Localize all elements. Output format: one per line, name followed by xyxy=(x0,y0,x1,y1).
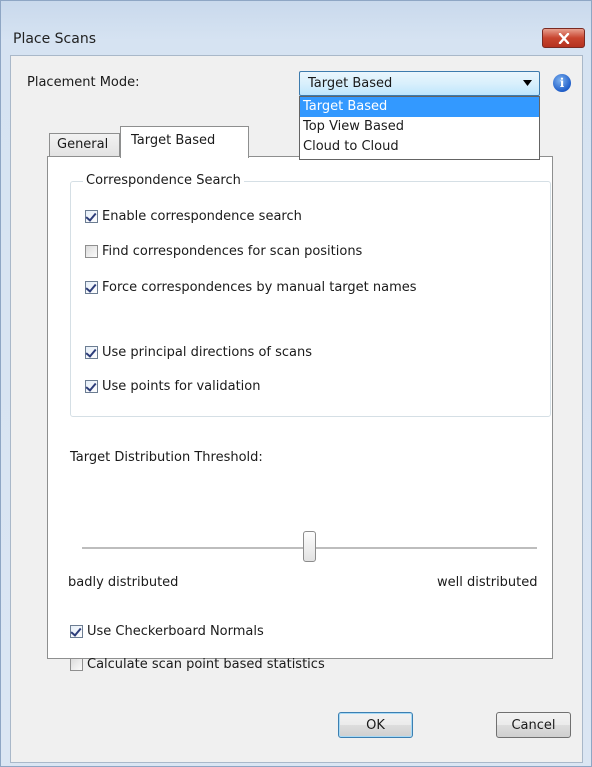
checkbox-box xyxy=(85,346,98,359)
points-validation-checkbox[interactable]: Use points for validation xyxy=(85,379,261,394)
placement-mode-select[interactable]: Target Based xyxy=(299,71,540,96)
force-correspondences-checkbox[interactable]: Force correspondences by manual target n… xyxy=(85,280,417,295)
checkmark-icon xyxy=(85,281,97,293)
checkbox-label: Use points for validation xyxy=(102,379,261,394)
correspondence-search-group: Correspondence Search Enable corresponde… xyxy=(70,173,551,417)
tab-general[interactable]: General xyxy=(49,133,120,156)
placement-mode-value: Target Based xyxy=(308,76,393,91)
checkbox-box xyxy=(70,625,83,638)
target-based-panel: Correspondence Search Enable corresponde… xyxy=(47,156,553,672)
checkbox-box xyxy=(85,245,98,258)
checkbox-label: Enable correspondence search xyxy=(102,209,302,224)
checkmark-icon xyxy=(85,380,97,392)
title-bar[interactable]: Place Scans xyxy=(1,1,591,55)
place-scans-dialog: Place Scans Placement Mode: Target Based… xyxy=(0,0,592,767)
checkbox-label: Calculate scan point based statistics xyxy=(87,657,325,672)
tab-target-based[interactable]: Target Based xyxy=(120,126,249,158)
enable-correspondence-checkbox[interactable]: Enable correspondence search xyxy=(85,209,302,224)
cancel-button[interactable]: Cancel xyxy=(496,712,571,738)
threshold-min-label: badly distributed xyxy=(68,575,179,590)
checkmark-icon xyxy=(70,625,82,637)
window-title: Place Scans xyxy=(13,31,97,47)
principal-directions-checkbox[interactable]: Use principal directions of scans xyxy=(85,345,312,360)
threshold-max-label: well distributed xyxy=(437,575,538,590)
checkmark-icon xyxy=(85,210,97,222)
info-icon[interactable]: i xyxy=(553,74,571,92)
scan-statistics-checkbox[interactable]: Calculate scan point based statistics xyxy=(70,657,325,672)
checkbox-label: Find correspondences for scan positions xyxy=(102,244,363,259)
ok-button[interactable]: OK xyxy=(338,712,413,738)
checkbox-box xyxy=(85,281,98,294)
dropdown-option-cloud-to-cloud[interactable]: Cloud to Cloud xyxy=(300,137,539,157)
checkmark-icon xyxy=(85,346,97,358)
threshold-slider-thumb[interactable] xyxy=(303,531,316,562)
dialog-client-area: Placement Mode: Target Based i Target Ba… xyxy=(10,55,583,763)
checkbox-box xyxy=(70,658,83,671)
checkbox-label: Force correspondences by manual target n… xyxy=(102,280,417,295)
find-correspondences-checkbox[interactable]: Find correspondences for scan positions xyxy=(85,244,362,259)
close-button[interactable] xyxy=(542,28,585,48)
dropdown-option-top-view-based[interactable]: Top View Based xyxy=(300,117,539,137)
placement-mode-dropdown: Target Based Top View Based Cloud to Clo… xyxy=(299,96,540,160)
placement-mode-label: Placement Mode: xyxy=(27,75,140,90)
close-icon xyxy=(558,32,569,44)
dropdown-option-target-based[interactable]: Target Based xyxy=(300,97,539,117)
chevron-down-icon xyxy=(523,80,532,86)
checkerboard-normals-checkbox[interactable]: Use Checkerboard Normals xyxy=(70,624,264,639)
threshold-label: Target Distribution Threshold: xyxy=(70,450,263,465)
checkbox-box xyxy=(85,210,98,223)
checkbox-box xyxy=(85,380,98,393)
correspondence-search-title: Correspondence Search xyxy=(83,173,244,188)
checkbox-label: Use principal directions of scans xyxy=(102,345,313,360)
checkbox-label: Use Checkerboard Normals xyxy=(87,624,264,639)
